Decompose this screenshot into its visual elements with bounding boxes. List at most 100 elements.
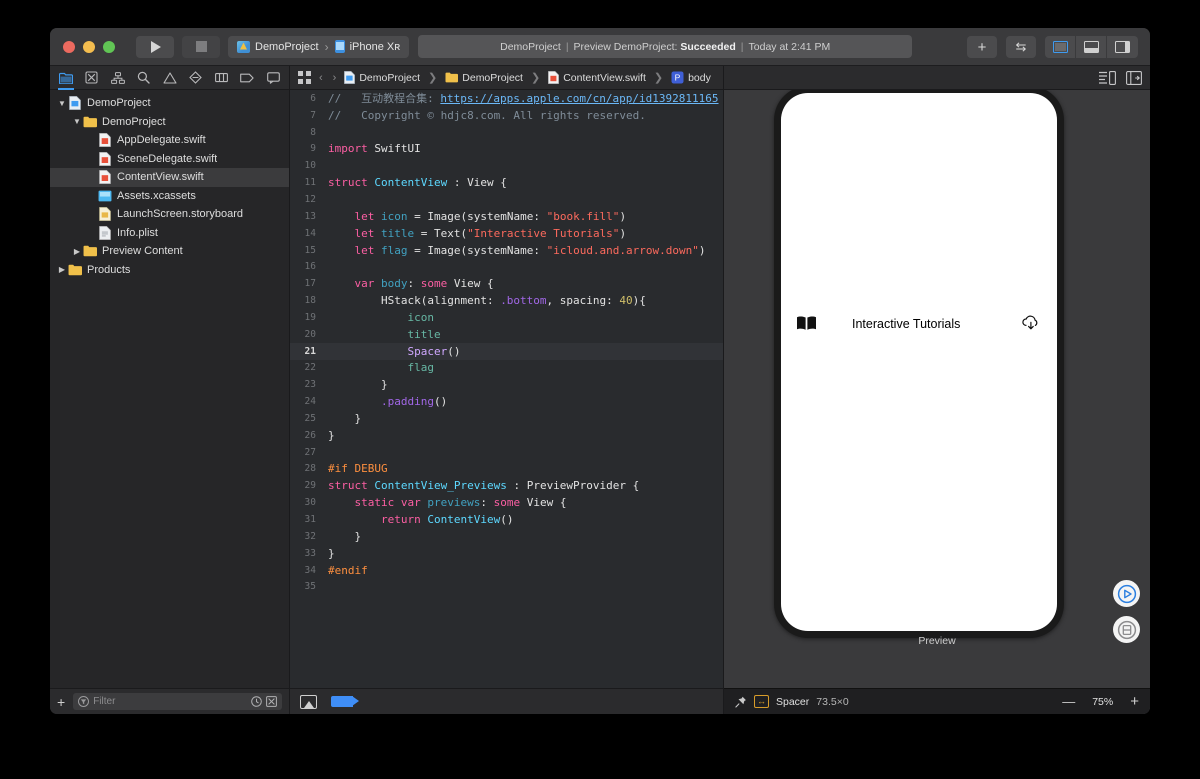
zoom-out-button[interactable]: — [1062,694,1075,709]
line-number: 12 [304,193,316,205]
line-number: 30 [304,497,316,509]
tree-item-preview-content[interactable]: ▶ Preview Content [50,242,289,261]
zoom-in-button[interactable]: + [1130,693,1139,710]
code-line-30[interactable]: 30 static var previews: some View { [290,494,723,511]
code-line-8[interactable]: 8 [290,124,723,141]
canvas-icon[interactable] [300,694,317,709]
navigate-forward-button[interactable]: › [331,72,339,84]
disclosure-closed-icon[interactable]: ▶ [56,265,68,274]
breadcrumb-item-file[interactable]: ContentView.swift [548,71,646,84]
code-line-20[interactable]: 20 title [290,326,723,343]
breadcrumb-label: ContentView.swift [563,71,646,84]
code-line-24[interactable]: 24 .padding() [290,393,723,410]
add-editor-button[interactable]: + [967,36,997,58]
code-line-15[interactable]: 15 let flag = Image(systemName: "icloud.… [290,242,723,259]
breadcrumb-item-symbol[interactable]: P body [671,71,711,84]
tree-item-info-plist[interactable]: Info.plist [50,224,289,243]
toggle-inspector-button[interactable] [1107,36,1138,58]
source-control-filter-icon[interactable] [266,696,277,707]
code-line-17[interactable]: 17 var body: some View { [290,275,723,292]
sidebar-item-find-navigator[interactable] [132,68,156,88]
minimize-button[interactable] [83,40,95,53]
tree-item-assets-xcassets[interactable]: Assets.xcassets [50,187,289,206]
tree-item-contentview-swift[interactable]: ContentView.swift [50,168,289,187]
code-line-23[interactable]: 23 } [290,376,723,393]
disclosure-open-icon[interactable]: ▼ [71,117,83,126]
code-line-34[interactable]: 34 #endif [290,562,723,579]
toggle-debug-area-button[interactable] [1076,36,1107,58]
breadcrumb-item-project[interactable]: DemoProject [344,71,420,84]
run-button[interactable] [136,35,174,58]
stop-button[interactable] [182,35,220,58]
library-panel-icon[interactable] [1126,70,1142,85]
editor-options-button[interactable]: ⇆ [1006,36,1036,58]
tree-item-label: DemoProject [102,115,166,128]
code-line-32[interactable]: 32 } [290,528,723,545]
sidebar-item-breakpoint-navigator[interactable] [235,68,259,88]
code-line-12[interactable]: 12 [290,191,723,208]
code-line-29[interactable]: 29 struct ContentView_Previews : PreviewP… [290,477,723,494]
swift-icon [548,71,560,84]
code-line-18[interactable]: 18 HStack(alignment: .bottom, spacing: 4… [290,292,723,309]
device-screen[interactable]: Interactive Tutorials [781,93,1057,631]
code-line-16[interactable]: 16 [290,258,723,275]
navigate-back-button[interactable]: ‹ [317,72,325,84]
tree-item-scenedelegate-swift[interactable]: SceneDelegate.swift [50,150,289,169]
line-number: 33 [304,547,316,559]
filter-input[interactable]: Filter [73,693,282,710]
code-line-6[interactable]: 6 // 互动教程合集: https://apps.apple.com/cn/ap… [290,90,723,107]
tree-item-demoproject[interactable]: ▼ DemoProject [50,113,289,132]
code-line-35[interactable]: 35 [290,578,723,595]
tree-item-products[interactable]: ▶ Products [50,261,289,280]
disclosure-open-icon[interactable]: ▼ [56,99,68,108]
code-line-11[interactable]: 11 struct ContentView : View { [290,174,723,191]
preview-canvas[interactable]: Interactive Tutorials Preview [724,90,1150,688]
disclosure-closed-icon[interactable]: ▶ [71,247,83,256]
related-items-icon[interactable] [298,71,311,84]
code-line-9[interactable]: 9 import SwiftUI [290,141,723,158]
blue-tag-icon[interactable] [331,696,359,707]
sidebar-item-test-navigator[interactable] [183,68,207,88]
sidebar-item-issue-navigator[interactable] [158,68,182,88]
activity-status-bar[interactable]: DemoProject | Preview DemoProject: Succe… [418,35,913,58]
tree-item-launchscreen-storyboard[interactable]: LaunchScreen.storyboard [50,205,289,224]
code-line-7[interactable]: 7 // Copyright © hdjc8.com. All rights re… [290,107,723,124]
code-line-21[interactable]: 21 Spacer() [290,342,723,360]
tree-item-appdelegate-swift[interactable]: AppDelegate.swift [50,131,289,150]
breadcrumb-item-group[interactable]: DemoProject [445,72,523,84]
code-line-25[interactable]: 25 } [290,410,723,427]
add-file-button[interactable]: + [57,694,65,710]
code-line-27[interactable]: 27 [290,444,723,461]
clock-icon[interactable] [251,696,262,707]
tree-item-demoproject[interactable]: ▼ DemoProject [50,94,289,113]
sidebar-item-source-control-navigator[interactable] [80,68,104,88]
swift-icon [98,151,112,166]
close-button[interactable] [63,40,75,53]
code-line-13[interactable]: 13 let icon = Image(systemName: "book.fi… [290,208,723,225]
sidebar-item-debug-navigator[interactable] [209,68,233,88]
sidebar-item-project-navigator[interactable] [54,68,78,90]
code-line-26[interactable]: 26} [290,427,723,444]
code-line-19[interactable]: 19 icon [290,309,723,326]
code-line-28[interactable]: 28 #if DEBUG [290,461,723,478]
preview-title-text: Interactive Tutorials [852,317,961,331]
code-line-31[interactable]: 31 return ContentView() [290,511,723,528]
sidebar-item-report-navigator[interactable] [261,68,285,88]
code-editor[interactable]: 6 // 互动教程合集: https://apps.apple.com/cn/ap… [290,90,723,688]
pin-icon[interactable] [735,696,747,708]
code-line-33[interactable]: 33} [290,545,723,562]
code-line-22[interactable]: 22 flag [290,360,723,377]
toggle-navigator-button[interactable] [1045,36,1076,58]
live-preview-button[interactable] [1113,580,1140,607]
editor-bottom-bar [290,688,723,714]
inspect-preview-button[interactable] [1113,616,1140,643]
inspector-icon[interactable] [1099,70,1116,85]
code-line-14[interactable]: 14 let title = Text("Interactive Tutoria… [290,225,723,242]
project-file-tree[interactable]: ▼ DemoProject ▼ DemoProject AppDelegate.swif… [50,90,289,688]
code-line-10[interactable]: 10 [290,157,723,174]
zoom-button[interactable] [103,40,115,53]
code-lines[interactable]: 6 // 互动教程合集: https://apps.apple.com/cn/ap… [290,90,723,688]
scheme-selector[interactable]: DemoProject › iPhone Xʀ [228,35,410,58]
sidebar-item-symbol-navigator[interactable] [106,68,130,88]
breadcrumb-label: DemoProject [462,71,523,84]
